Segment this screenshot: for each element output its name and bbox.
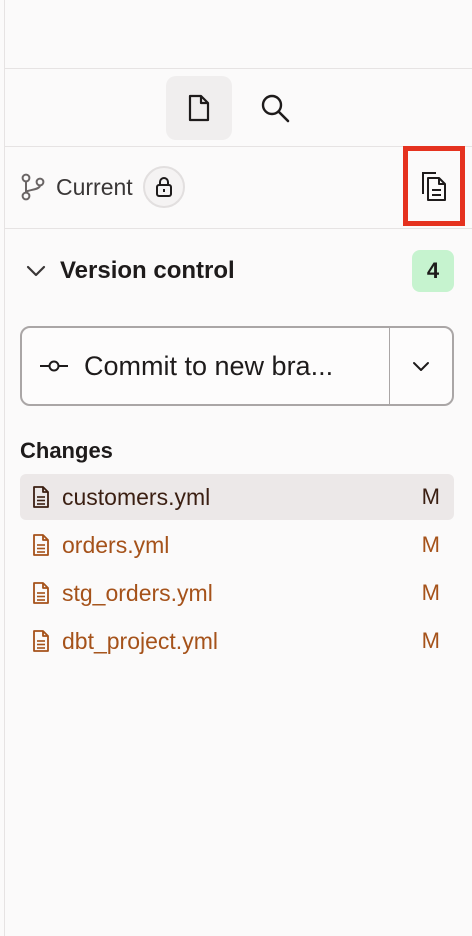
chevron-down-icon xyxy=(26,265,46,277)
git-commit-icon xyxy=(40,360,68,372)
commit-options-dropdown[interactable] xyxy=(390,328,452,404)
commit-split-button: Commit to new bra... xyxy=(20,326,454,406)
divider xyxy=(4,146,472,147)
file-status: M xyxy=(421,532,440,557)
file-text-icon xyxy=(33,486,49,508)
file-status: M xyxy=(421,580,440,605)
section-title: Version control xyxy=(60,257,235,284)
changed-file-row[interactable]: stg_orders.yml M xyxy=(20,570,454,616)
file-name: orders.yml xyxy=(62,531,170,558)
lock-button[interactable] xyxy=(142,166,185,208)
file-text-icon xyxy=(33,582,49,604)
commit-button[interactable]: Commit to new bra... xyxy=(22,328,389,404)
changes-count-badge: 4 xyxy=(412,250,454,292)
git-branch-icon xyxy=(21,173,45,201)
file-status: M xyxy=(421,628,440,653)
search-icon xyxy=(261,94,290,123)
tab-search[interactable] xyxy=(242,76,308,140)
branch-label: Current xyxy=(56,173,133,200)
file-name: dbt_project.yml xyxy=(62,627,218,654)
tab-files[interactable] xyxy=(166,76,232,140)
file-name: customers.yml xyxy=(62,483,211,510)
copy-button[interactable] xyxy=(403,146,465,226)
version-control-header[interactable]: Version control xyxy=(26,250,235,292)
file-name: stg_orders.yml xyxy=(62,579,213,606)
changed-file-row[interactable]: customers.yml M xyxy=(20,474,454,520)
changed-file-row[interactable]: orders.yml M xyxy=(20,522,454,568)
branch-selector[interactable]: Current xyxy=(20,166,185,208)
file-icon xyxy=(188,94,210,122)
changed-file-row[interactable]: dbt_project.yml M xyxy=(20,618,454,664)
lock-icon xyxy=(155,177,172,197)
file-status: M xyxy=(421,484,440,509)
version-control-panel: Current Version control 4 Commit to new … xyxy=(0,0,472,936)
divider xyxy=(4,68,472,69)
commit-button-label: Commit to new bra... xyxy=(84,350,334,381)
changes-heading: Changes xyxy=(20,438,113,463)
chevron-down-icon xyxy=(413,362,429,371)
copy-icon xyxy=(422,172,446,201)
divider xyxy=(4,228,472,229)
file-text-icon xyxy=(33,534,49,556)
file-text-icon xyxy=(33,630,49,652)
panel-border xyxy=(4,0,5,936)
